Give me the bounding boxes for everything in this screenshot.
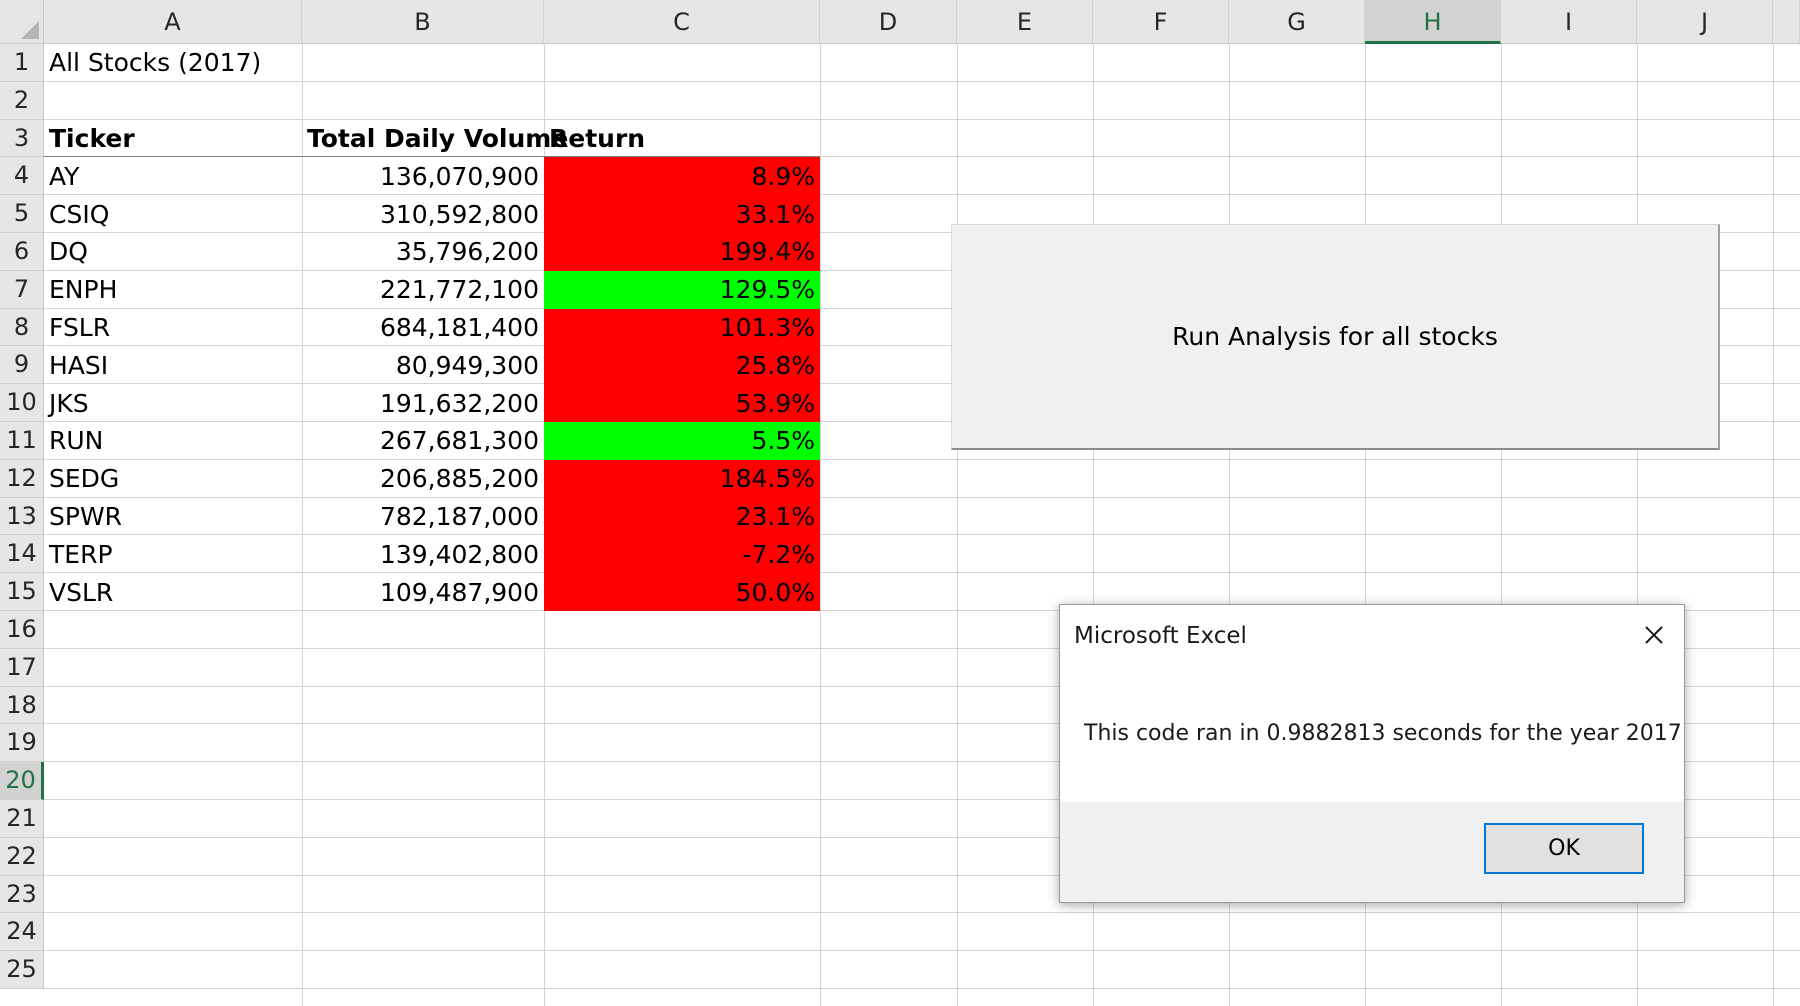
cell-volume-10[interactable]: 191,632,200 [302,384,544,422]
cell-return-13[interactable]: 23.1% [544,497,820,536]
cell-ticker-9[interactable]: HASI [44,346,302,384]
column-header-c[interactable]: C [544,0,820,44]
row-header-7[interactable]: 7 [0,270,44,309]
row-header-23[interactable]: 23 [0,875,44,914]
row-header-25[interactable]: 25 [0,951,44,989]
column-header-f[interactable]: F [1093,0,1229,44]
cell-volume-6[interactable]: 35,796,200 [302,233,544,271]
cell-volume-13[interactable]: 782,187,000 [302,498,544,536]
cell-ticker-12[interactable]: SEDG [44,460,302,498]
gridline-vertical [1773,44,1774,1006]
dialog-title: Microsoft Excel [1074,623,1247,649]
cell-volume-7[interactable]: 221,772,100 [302,271,544,309]
cell-return-10[interactable]: 53.9% [544,384,820,422]
cell-return-5[interactable]: 33.1% [544,195,820,233]
cell-a3-ticker-header[interactable]: Ticker [44,120,302,158]
column-header-overflow [1773,0,1800,44]
cell-ticker-15[interactable]: VSLR [44,573,302,611]
cell-return-9[interactable]: 25.8% [544,346,820,385]
spreadsheet[interactable]: ABCDEFGHIJ 1 2 3 4 5 6 7 8 9 10 11 12 13 14 15 16 17 18 19… [0,0,1800,1006]
row-header-14[interactable]: 14 [0,535,44,574]
row-header-21[interactable]: 21 [0,800,44,838]
row-header-22[interactable]: 22 [0,837,44,876]
row-header-9[interactable]: 9 [0,346,44,385]
column-header-i[interactable]: I [1501,0,1637,44]
cell-b3-volume-header[interactable]: Total Daily Volume [302,120,568,158]
row-header-8[interactable]: 8 [0,308,44,347]
row-header-17[interactable]: 17 [0,648,44,687]
column-header-a[interactable]: A [44,0,302,44]
cell-ticker-4[interactable]: AY [44,157,302,195]
cell-volume-8[interactable]: 684,181,400 [302,309,544,347]
cell-return-8[interactable]: 101.3% [544,308,820,347]
cell-volume-4[interactable]: 136,070,900 [302,157,544,195]
row-header-2[interactable]: 2 [0,81,44,120]
column-header-e[interactable]: E [957,0,1093,44]
gridline-horizontal [44,988,1800,989]
row-header-6[interactable]: 6 [0,233,44,271]
cell-return-4[interactable]: 8.9% [544,157,820,196]
gridline-horizontal [44,912,1800,914]
cell-volume-12[interactable]: 206,885,200 [302,460,544,498]
cell-c3-return-header[interactable]: Return [544,120,820,158]
row-header-20[interactable]: 20 [0,762,44,800]
cell-return-15[interactable]: 50.0% [544,573,820,611]
row-header-1[interactable]: 1 [0,44,44,82]
cell-ticker-7[interactable]: ENPH [44,271,302,309]
cell-ticker-6[interactable]: DQ [44,233,302,271]
cell-return-11[interactable]: 5.5% [544,422,820,460]
column-header-h[interactable]: H [1365,0,1501,44]
cell-ticker-5[interactable]: CSIQ [44,195,302,233]
close-icon[interactable] [1636,617,1672,653]
column-header-b[interactable]: B [302,0,544,44]
cell-ticker-11[interactable]: RUN [44,422,302,460]
cell-return-6[interactable]: 199.4% [544,233,820,271]
cell-a1-sheet-title[interactable]: All Stocks (2017) [44,44,302,82]
row-header-11[interactable]: 11 [0,422,44,460]
cell-return-12[interactable]: 184.5% [544,459,820,498]
cell-return-7[interactable]: 129.5% [544,270,820,309]
cell-volume-15[interactable]: 109,487,900 [302,573,544,611]
select-all-triangle-icon [21,21,39,39]
row-header-15[interactable]: 15 [0,573,44,611]
message-box-dialog: Microsoft Excel This code ran in 0.98828… [1059,604,1685,903]
row-header-4[interactable]: 4 [0,157,44,196]
cell-volume-5[interactable]: 310,592,800 [302,195,544,233]
gridline-horizontal [44,80,1800,82]
cell-volume-9[interactable]: 80,949,300 [302,346,544,384]
row-header-13[interactable]: 13 [0,497,44,536]
cell-ticker-13[interactable]: SPWR [44,498,302,536]
run-analysis-button[interactable]: Run Analysis for all stocks [951,224,1720,450]
dialog-message: This code ran in 0.9882813 seconds for t… [1084,721,1682,746]
column-header-d[interactable]: D [820,0,957,44]
row-header-12[interactable]: 12 [0,459,44,498]
close-x-glyph [1645,626,1663,644]
cell-ticker-10[interactable]: JKS [44,384,302,422]
gridline-vertical [820,44,821,1006]
select-all-corner[interactable] [0,0,44,44]
cell-ticker-14[interactable]: TERP [44,535,302,573]
column-header-g[interactable]: G [1229,0,1365,44]
row-header-16[interactable]: 16 [0,611,44,649]
cell-return-14[interactable]: -7.2% [544,535,820,574]
column-header-j[interactable]: J [1637,0,1773,44]
row-header-5[interactable]: 5 [0,195,44,233]
cell-ticker-8[interactable]: FSLR [44,309,302,347]
row-header-24[interactable]: 24 [0,913,44,952]
row-header-18[interactable]: 18 [0,686,44,725]
row-header-10[interactable]: 10 [0,384,44,422]
ok-button[interactable]: OK [1484,823,1644,874]
gridline-vertical [957,44,958,1006]
dialog-footer: OK [1060,802,1684,902]
row-header-3[interactable]: 3 [0,119,44,158]
gridline-horizontal [44,950,1800,952]
cell-volume-11[interactable]: 267,681,300 [302,422,544,460]
cell-volume-14[interactable]: 139,402,800 [302,535,544,573]
row-header-19[interactable]: 19 [0,724,44,763]
